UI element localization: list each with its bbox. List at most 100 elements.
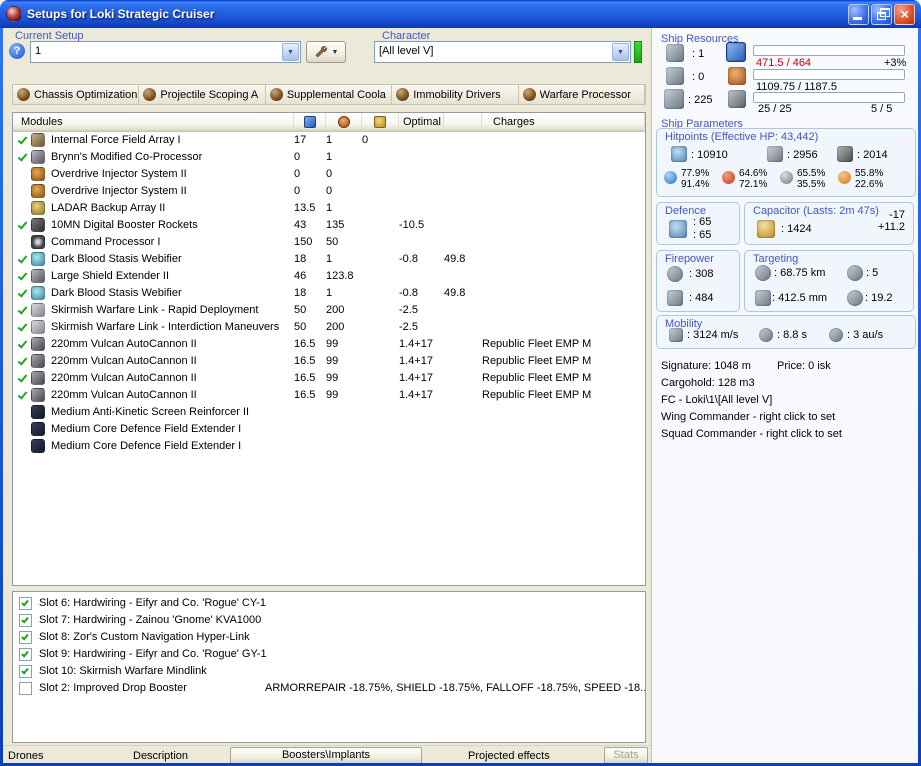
module-row[interactable]: Brynn's Modified Co-Processor 0 1 <box>13 149 645 166</box>
implant-slot-row[interactable]: Slot 9: Hardwiring - Eifyr and Co. 'Rogu… <box>13 647 645 664</box>
module-optimal-value: 1.4+17 <box>399 355 433 367</box>
sensor-strength-value: : 19.2 <box>865 292 893 304</box>
align-time-value: : 8.8 s <box>777 329 807 341</box>
powergrid-column-header[interactable] <box>326 113 362 131</box>
window-title: Setups for Loki Strategic Cruiser <box>27 7 215 21</box>
tab-drones[interactable]: Drones <box>8 750 43 762</box>
module-cpu-value: 150 <box>294 236 313 248</box>
capacitor-peak-drain: -17 <box>889 209 905 221</box>
subsystem-tab[interactable]: Supplemental Coola <box>266 85 393 104</box>
module-row[interactable]: LADAR Backup Array II 13.5 1 <box>13 200 645 217</box>
subsystem-tab[interactable]: Projectile Scoping A <box>139 85 266 104</box>
module-row[interactable]: 10MN Digital Booster Rockets 43 135 -10.… <box>13 217 645 234</box>
resistance-cell: 64.6% 72.1% <box>722 168 770 192</box>
module-cpu-value: 50 <box>294 321 307 333</box>
implant-slot-row[interactable]: Slot 7: Hardwiring - Zainou 'Gnome' KVA1… <box>13 613 645 630</box>
skill-level-indicator <box>634 41 642 63</box>
armor-resist-value: 91.4% <box>681 179 710 190</box>
slot-checkbox[interactable] <box>19 665 32 678</box>
close-button[interactable]: × <box>894 3 915 25</box>
launcher-hardpoints-value: : 0 <box>692 71 705 83</box>
slot-checkbox[interactable] <box>19 631 32 644</box>
module-name: Dark Blood Stasis Webifier <box>51 253 182 265</box>
module-row[interactable]: Medium Core Defence Field Extender I <box>13 421 645 438</box>
module-row[interactable]: Command Processor I 150 50 <box>13 234 645 251</box>
module-row[interactable]: 220mm Vulcan AutoCannon II 16.5 99 1.4+1… <box>13 336 645 353</box>
module-icon <box>31 422 45 436</box>
module-row[interactable]: Medium Core Defence Field Extender I <box>13 438 645 455</box>
module-row[interactable]: Skirmish Warfare Link - Interdiction Man… <box>13 319 645 336</box>
character-combobox[interactable]: [All level V] ▼ <box>374 41 631 63</box>
help-icon[interactable]: ? <box>9 43 25 59</box>
current-setup-dropdown-button[interactable]: ▼ <box>282 43 299 61</box>
armor-icon <box>767 146 783 162</box>
module-row[interactable]: Internal Force Field Array I 17 1 0 <box>13 132 645 149</box>
module-row[interactable]: Large Shield Extender II 46 123.8 <box>13 268 645 285</box>
close-icon: × <box>900 5 909 22</box>
module-powergrid-value: 1 <box>326 134 333 146</box>
implant-slot-row[interactable]: Slot 8: Zor's Custom Navigation Hyper-Li… <box>13 630 645 647</box>
shield-hp-value: : 10910 <box>691 149 728 161</box>
align-time-icon <box>759 328 773 342</box>
module-row[interactable]: Medium Anti-Kinetic Screen Reinforcer II <box>13 404 645 421</box>
armor-resist-value: 22.6% <box>855 179 884 190</box>
module-cpu-value: 16.5 <box>294 355 316 367</box>
mobility-group: Mobility : 3124 m/s : 8.8 s : 3 au/s <box>656 315 916 349</box>
module-icon <box>31 303 45 317</box>
wing-commander-text[interactable]: Wing Commander - right click to set <box>661 411 835 423</box>
module-row[interactable]: 220mm Vulcan AutoCannon II 16.5 99 1.4+1… <box>13 353 645 370</box>
scan-resolution-icon <box>755 290 771 306</box>
slot-checkbox[interactable] <box>19 648 32 661</box>
module-row[interactable]: Overdrive Injector System II 0 0 <box>13 166 645 183</box>
subsystem-tab[interactable]: Immobility Drivers <box>392 85 519 104</box>
module-cpu-value: 46 <box>294 270 307 282</box>
charges-column-header[interactable]: Charges <box>482 113 645 131</box>
volley-icon <box>667 266 683 282</box>
subsystem-tab[interactable]: Chassis Optimization <box>13 85 140 104</box>
module-row[interactable]: Dark Blood Stasis Webifier 18 1 -0.8 49.… <box>13 285 645 302</box>
subsystem-tab[interactable]: Warfare Processor <box>519 85 646 104</box>
module-cpu-value: 13.5 <box>294 202 316 214</box>
titlebar[interactable]: Setups for Loki Strategic Cruiser × <box>0 0 921 28</box>
slot-checkbox[interactable] <box>19 597 32 610</box>
check-icon <box>21 666 29 675</box>
calibration-value: : 225 <box>688 94 713 106</box>
squad-commander-text[interactable]: Squad Commander - right click to set <box>661 428 842 440</box>
module-icon <box>31 269 45 283</box>
module-row[interactable]: Dark Blood Stasis Webifier 18 1 -0.8 49.… <box>13 251 645 268</box>
module-powergrid-value: 200 <box>326 304 345 316</box>
maximize-button[interactable] <box>871 3 892 25</box>
setup-tools-button[interactable]: ▼ <box>306 41 346 63</box>
subsystem-tabs: Chassis Optimization Projectile Scoping … <box>12 84 646 105</box>
slot-checkbox[interactable] <box>19 614 32 627</box>
subsystem-tab-label: Supplemental Coola <box>286 88 386 101</box>
active-check-icon <box>17 219 28 230</box>
implant-slot-row[interactable]: Slot 2: Improved Drop Booster ARMORREPAI… <box>13 681 645 698</box>
module-name: Command Processor I <box>51 236 161 248</box>
module-powergrid-value: 1 <box>326 202 333 214</box>
implant-slot-row[interactable]: Slot 10: Skirmish Warfare Mindlink <box>13 664 645 681</box>
minimize-button[interactable] <box>848 3 869 25</box>
slot-checkbox[interactable] <box>19 682 32 695</box>
module-optimal-value: -10.5 <box>399 219 425 231</box>
module-powergrid-value: 0 <box>326 185 333 197</box>
tab-description[interactable]: Description <box>133 750 188 762</box>
dps-icon <box>667 290 683 306</box>
modules-column-header[interactable]: Modules <box>13 113 294 131</box>
module-row[interactable]: Overdrive Injector System II 0 0 <box>13 183 645 200</box>
module-row[interactable]: Skirmish Warfare Link - Rapid Deployment… <box>13 302 645 319</box>
capacitor-column-header[interactable] <box>362 113 399 131</box>
tab-projected-effects[interactable]: Projected effects <box>468 750 550 762</box>
current-setup-combobox[interactable]: 1 ▼ <box>30 41 301 63</box>
tab-stats[interactable]: Stats <box>604 747 648 764</box>
falloff-column-header[interactable] <box>444 113 482 131</box>
implant-slot-row[interactable]: Slot 6: Hardwiring - Eifyr and Co. 'Rogu… <box>13 596 645 613</box>
optimal-column-header[interactable]: Optimal <box>399 113 444 131</box>
module-name: Medium Anti-Kinetic Screen Reinforcer II <box>51 406 250 418</box>
tab-boosters-implants[interactable]: Boosters\Implants <box>230 747 422 764</box>
character-dropdown-button[interactable]: ▼ <box>612 43 629 61</box>
module-row[interactable]: 220mm Vulcan AutoCannon II 16.5 99 1.4+1… <box>13 387 645 404</box>
capacitor-group: Capacitor (Lasts: 2m 47s) : 1424 -17 +11… <box>744 202 914 245</box>
cpu-column-header[interactable] <box>294 113 326 131</box>
module-row[interactable]: 220mm Vulcan AutoCannon II 16.5 99 1.4+1… <box>13 370 645 387</box>
